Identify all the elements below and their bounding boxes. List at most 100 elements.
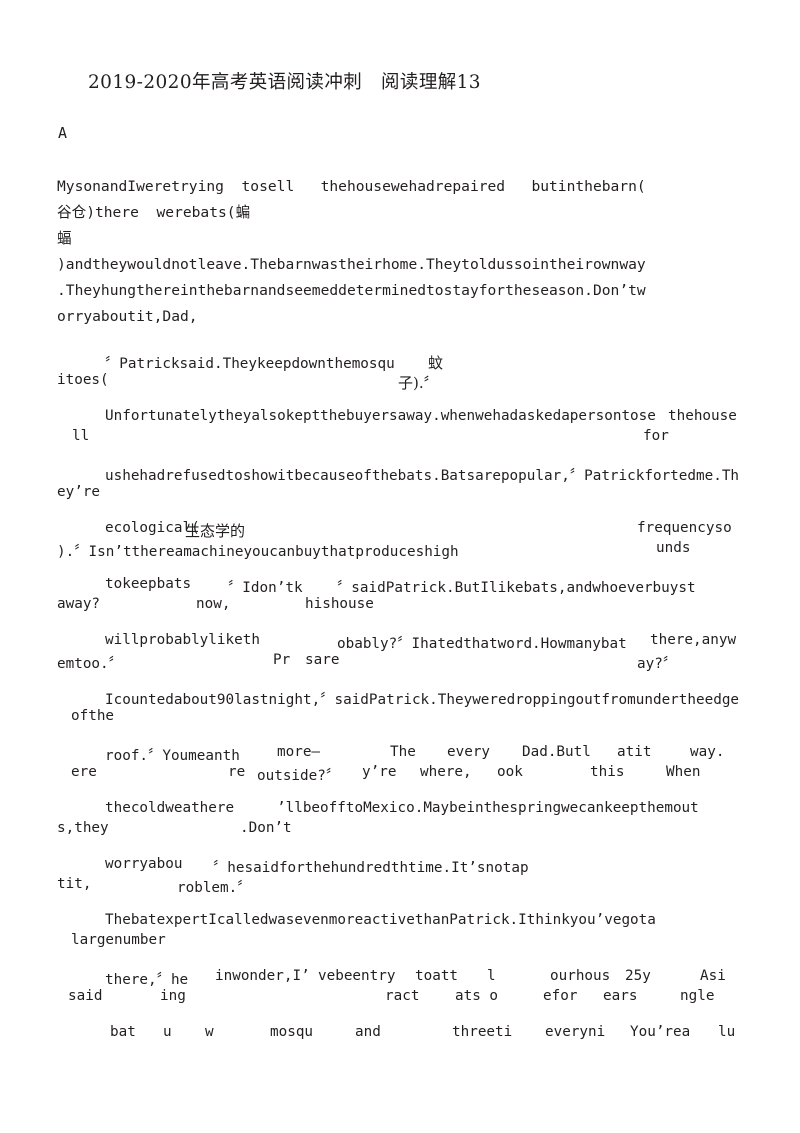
- text-fragment: unds: [656, 540, 691, 556]
- text-fragment: more—: [277, 744, 321, 760]
- text-fragment: The: [390, 744, 416, 760]
- text-fragment: away?: [57, 596, 101, 612]
- text-fragment: every: [447, 744, 491, 760]
- text-fragment: ey’re: [57, 484, 101, 500]
- text-fragment: toatt: [415, 968, 459, 984]
- text-fragment: 子).〞: [398, 374, 439, 392]
- text-fragment: w: [205, 1024, 214, 1040]
- text-fragment: way.: [690, 744, 725, 760]
- text-fragment: u: [163, 1024, 172, 1040]
- passage-row: willprobablyliketh obably?〞Ihatedthatword…: [0, 632, 800, 688]
- text-fragment: roblem.〞: [177, 880, 252, 896]
- text-fragment: threeti: [452, 1024, 513, 1040]
- intro-text-run: MysonandIweretrying tosell thehousewehad…: [57, 178, 646, 195]
- text-fragment: 蚊: [428, 354, 444, 372]
- text-fragment: Dad.Butl: [522, 744, 591, 760]
- text-fragment: hishouse: [305, 596, 374, 612]
- text-fragment: largenumber: [71, 932, 166, 948]
- text-fragment: sare: [305, 652, 340, 668]
- passage-row: bat u w mosqu and threeti everyni You’rea lu: [0, 1024, 800, 1080]
- text-fragment: ats o: [455, 988, 499, 1004]
- passage-row: ecological(生态学的 frequencyso).〞Isn’ttherea…: [0, 520, 800, 576]
- text-fragment: itoes(: [57, 372, 109, 388]
- text-fragment: .Don’t: [240, 820, 292, 836]
- intro-text-run: 谷仓: [57, 204, 87, 221]
- text-fragment: 25y: [625, 968, 651, 984]
- text-fragment: tit,: [57, 876, 92, 892]
- text-fragment: tokeepbats: [105, 576, 192, 592]
- intro-paragraph: MysonandIweretrying tosell thehousewehad…: [57, 174, 751, 330]
- text-fragment: 〞hesaidforthehundredthtime.It’snotap: [213, 860, 529, 876]
- text-fragment: Pr: [273, 652, 291, 668]
- passage-row: ushehadrefusedtoshowitbecauseofthebats.B…: [0, 464, 800, 520]
- passage-row: Icountedabout90lastnight,〞saidPatrick.Th…: [0, 688, 800, 744]
- passage-row: roof.〞Youmeanth more— The every Dad.Butl atit…: [0, 744, 800, 800]
- text-fragment: ThebatexpertIcalledwasevenmoreactivethan…: [105, 912, 656, 928]
- passage-row: tokeepbats 〞Idon’tk 〞saidPatrick.ButIlikeb…: [0, 576, 800, 632]
- text-fragment: willprobablyliketh: [105, 632, 260, 648]
- text-fragment: ract: [385, 988, 420, 1004]
- text-fragment: Asi: [700, 968, 726, 984]
- text-fragment: this: [590, 764, 625, 780]
- text-fragment: ook: [497, 764, 523, 780]
- text-fragment: atit: [617, 744, 652, 760]
- text-fragment: worryabou: [105, 856, 183, 872]
- text-fragment: now,: [196, 596, 231, 612]
- text-fragment: lu: [718, 1024, 736, 1040]
- document-page: 2019-2020年高考英语阅读冲刺 阅读理解13 A MysonandIwer…: [0, 0, 800, 1133]
- text-fragment: where,: [420, 764, 472, 780]
- text-fragment: ere: [71, 764, 97, 780]
- text-fragment: obably?〞Ihatedthatword.Howmanybat: [337, 636, 627, 652]
- text-fragment: 〞saidPatrick.ButIlikebats,andwhoeverbuys…: [337, 580, 696, 596]
- text-fragment: said: [68, 988, 103, 1004]
- text-fragment: ourhous: [550, 968, 611, 984]
- text-fragment: bat: [110, 1024, 136, 1040]
- text-fragment: thecoldweathere: [105, 800, 235, 816]
- passage-body: 〞Patricksaid.Theykeepdownthemosqu 蚊 itoes(…: [0, 352, 800, 1080]
- text-fragment: ofthe: [71, 708, 115, 724]
- passage-row: worryabou 〞hesaidforthehundredthtime.It’s…: [0, 856, 800, 912]
- text-fragment: ay?〞: [637, 656, 678, 672]
- text-fragment: everyni: [545, 1024, 606, 1040]
- intro-text-run: )there werebats(: [86, 204, 236, 221]
- text-fragment: ll: [72, 428, 90, 444]
- text-fragment: 〞Patricksaid.Theykeepdownthemosqu: [105, 356, 395, 372]
- intro-text-run: .Theyhungthereinthebarnandseemeddetermin…: [57, 282, 646, 299]
- text-fragment: inwonder,I’: [215, 968, 310, 984]
- text-fragment: efor: [543, 988, 578, 1004]
- passage-row: thecoldweathere ’llbeofftoMexico.Maybeint…: [0, 800, 800, 856]
- intro-text-run: )andtheywouldnotleave.Thebarnwastheirhom…: [57, 256, 646, 273]
- text-fragment: there,〞he: [105, 972, 189, 988]
- text-fragment: Unfortunatelytheyalsokeptthebuyersaway.w…: [105, 408, 656, 424]
- text-fragment: l: [487, 968, 496, 984]
- text-fragment: 生态学的: [185, 522, 246, 540]
- passage-row: there,〞he inwonder,I’ vebeentry toatt l ourho…: [0, 968, 800, 1024]
- text-fragment: s,they: [57, 820, 109, 836]
- text-fragment: ears: [603, 988, 638, 1004]
- text-fragment: outside?〞: [257, 768, 341, 784]
- intro-text-run: orryaboutit,Dad,: [57, 308, 198, 325]
- text-fragment: 〞Idon’tk: [228, 580, 303, 596]
- page-title: 2019-2020年高考英语阅读冲刺 阅读理解13: [88, 72, 481, 93]
- text-fragment: and: [355, 1024, 381, 1040]
- text-fragment: ’llbeofftoMexico.Maybeinthespringwecanke…: [277, 800, 699, 816]
- text-fragment: ).〞Isn’tthereamachineyoucanbuythatproduc…: [57, 544, 459, 560]
- text-fragment: You’rea: [630, 1024, 691, 1040]
- text-fragment: Icountedabout90lastnight,〞saidPatrick.Th…: [105, 692, 740, 708]
- text-fragment: there,anyw: [650, 632, 737, 648]
- text-fragment: ngle: [680, 988, 715, 1004]
- text-fragment: roof.〞Youmeanth: [105, 748, 240, 764]
- text-fragment: re: [228, 764, 246, 780]
- text-fragment: frequencyso: [637, 520, 732, 536]
- text-fragment: y’re: [362, 764, 397, 780]
- intro-text-run: 蝠: [57, 230, 72, 247]
- text-fragment: When: [666, 764, 701, 780]
- text-fragment: ushehadrefusedtoshowitbecauseofthebats.B…: [105, 468, 740, 484]
- passage-row: 〞Patricksaid.Theykeepdownthemosqu 蚊 itoes(…: [0, 352, 800, 408]
- text-fragment: for: [643, 428, 669, 444]
- passage-row: ThebatexpertIcalledwasevenmoreactivethan…: [0, 912, 800, 968]
- text-fragment: thehouse: [668, 408, 737, 424]
- text-fragment: emtoo.〞: [57, 656, 123, 672]
- text-fragment: ing: [160, 988, 186, 1004]
- passage-row: Unfortunatelytheyalsokeptthebuyersaway.w…: [0, 408, 800, 464]
